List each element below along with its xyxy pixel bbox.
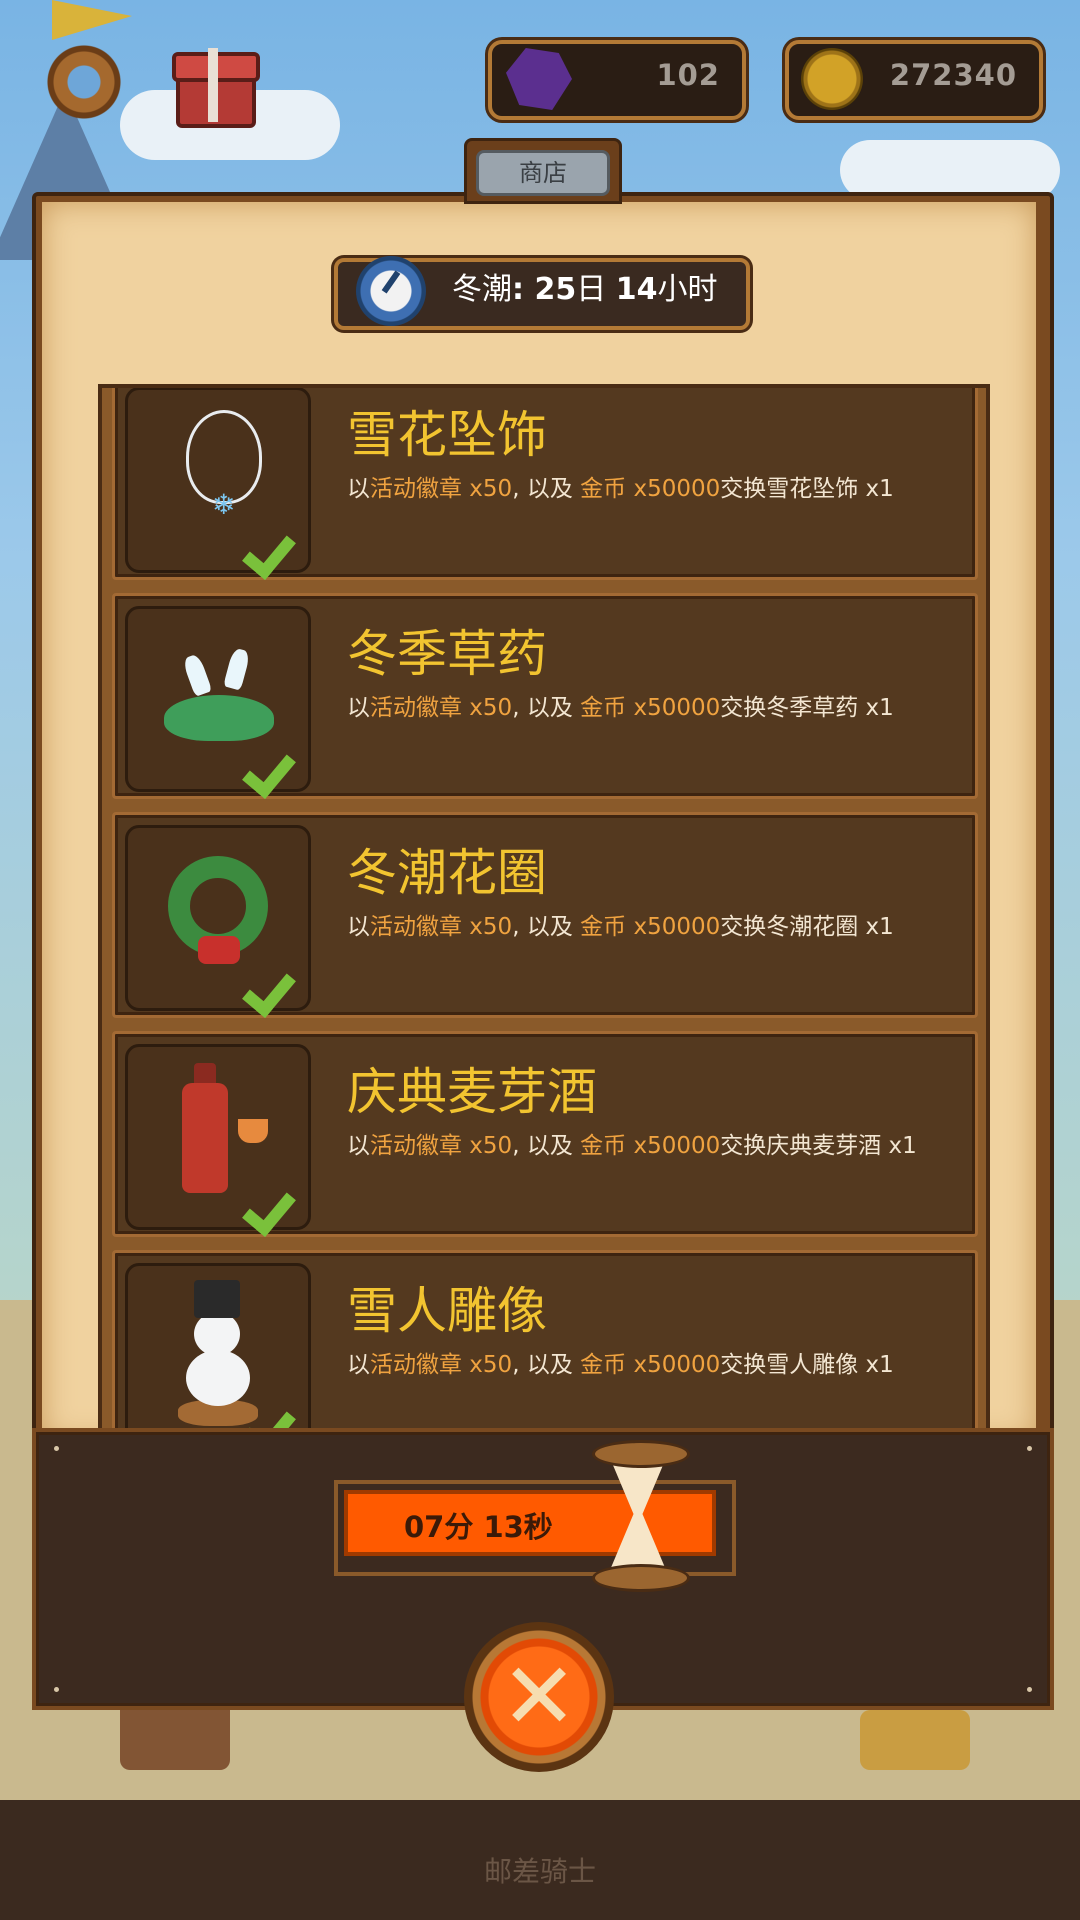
gift-ribbon	[208, 48, 218, 122]
hourglass-icon	[592, 1440, 690, 1592]
item-thumbnail	[125, 825, 311, 1011]
item-title: 冬季草药	[347, 625, 547, 683]
ale-bottle-icon	[182, 1083, 228, 1193]
item-description: 以活动徽章 x50, 以及 金币 x50000交换雪人雕像 x1	[347, 1352, 894, 1378]
item-title: 冬潮花圈	[347, 844, 547, 902]
cloud	[840, 140, 1060, 200]
event-hours: 14	[615, 272, 658, 307]
crate-decoration	[120, 1700, 230, 1770]
item-thumbnail	[125, 1044, 311, 1230]
shop-item[interactable]: 冬季草药 以活动徽章 x50, 以及 金币 x50000交换冬季草药 x1	[112, 593, 978, 799]
glass-icon	[238, 1119, 268, 1143]
snowflake-icon: ❄	[212, 488, 236, 521]
check-icon	[250, 524, 306, 568]
hourglass-top	[592, 1440, 690, 1468]
item-description: 以活动徽章 x50, 以及 金币 x50000交换庆典麦芽酒 x1	[347, 1133, 917, 1159]
rivet	[1027, 1446, 1032, 1451]
refresh-countdown-text: 07分 13秒	[404, 1510, 553, 1544]
check-icon	[250, 1181, 306, 1225]
herb-flower	[181, 653, 213, 697]
item-title: 雪人雕像	[347, 1282, 547, 1340]
hourglass-bottom	[592, 1564, 690, 1592]
close-button[interactable]: ✕	[464, 1622, 614, 1772]
hourglass-glass	[610, 1458, 666, 1570]
event-name: 冬潮	[452, 272, 512, 307]
shop-item[interactable]: 雪人雕像 以活动徽章 x50, 以及 金币 x50000交换雪人雕像 x1	[112, 1250, 978, 1428]
item-thumbnail	[125, 1263, 311, 1428]
gift-icon[interactable]	[172, 38, 260, 128]
item-title: 雪花坠饰	[347, 406, 547, 464]
tab-shop[interactable]: 商店	[476, 150, 610, 196]
item-description: 以活动徽章 x50, 以及 金币 x50000交换冬季草药 x1	[347, 695, 894, 721]
event-hours-unit: 小时	[657, 272, 718, 307]
stopwatch-icon	[356, 256, 426, 326]
event-days-unit: 日	[576, 272, 607, 307]
gem-icon	[506, 48, 572, 110]
herb-flower	[223, 647, 251, 691]
item-description: 以活动徽章 x50, 以及 金币 x50000交换雪花坠饰 x1	[347, 476, 894, 502]
rivet	[54, 1687, 59, 1692]
coin-count: 272340	[889, 58, 1017, 92]
gold-coin-icon	[801, 48, 863, 110]
footer-app-name: 邮差骑士	[483, 1855, 596, 1888]
item-title: 庆典麦芽酒	[347, 1063, 597, 1121]
snowman-statue-icon	[186, 1350, 250, 1406]
close-icon: ✕	[500, 1643, 578, 1750]
shop-item[interactable]: ❄ 雪花坠饰 以活动徽章 x50, 以及 金币 x50000交换雪花坠饰 x1	[112, 388, 978, 580]
shop-item-list[interactable]: ❄ 雪花坠饰 以活动徽章 x50, 以及 金币 x50000交换雪花坠饰 x1 …	[98, 384, 990, 1432]
check-icon	[250, 962, 306, 1006]
settings-gear-icon[interactable]	[40, 38, 128, 126]
item-description: 以活动徽章 x50, 以及 金币 x50000交换冬潮花圈 x1	[347, 914, 894, 940]
gem-counter[interactable]: 102	[488, 40, 746, 120]
rivet	[54, 1446, 59, 1451]
item-thumbnail: ❄	[125, 388, 311, 573]
winter-herb-icon	[164, 695, 274, 741]
check-icon	[250, 743, 306, 787]
top-hat-icon	[194, 1280, 240, 1318]
gem-count: 102	[656, 58, 720, 92]
event-days: 25	[534, 272, 577, 307]
event-timer-text: 冬潮: 25日 14小时	[452, 272, 718, 307]
snowman-head	[194, 1312, 240, 1356]
shop-item[interactable]: 冬潮花圈 以活动徽章 x50, 以及 金币 x50000交换冬潮花圈 x1	[112, 812, 978, 1018]
coin-counter[interactable]: 272340	[785, 40, 1043, 120]
shop-item[interactable]: 庆典麦芽酒 以活动徽章 x50, 以及 金币 x50000交换庆典麦芽酒 x1	[112, 1031, 978, 1237]
rivet	[1027, 1687, 1032, 1692]
coin-pile-decoration	[860, 1710, 970, 1770]
item-thumbnail	[125, 606, 311, 792]
bow-icon	[198, 936, 240, 964]
